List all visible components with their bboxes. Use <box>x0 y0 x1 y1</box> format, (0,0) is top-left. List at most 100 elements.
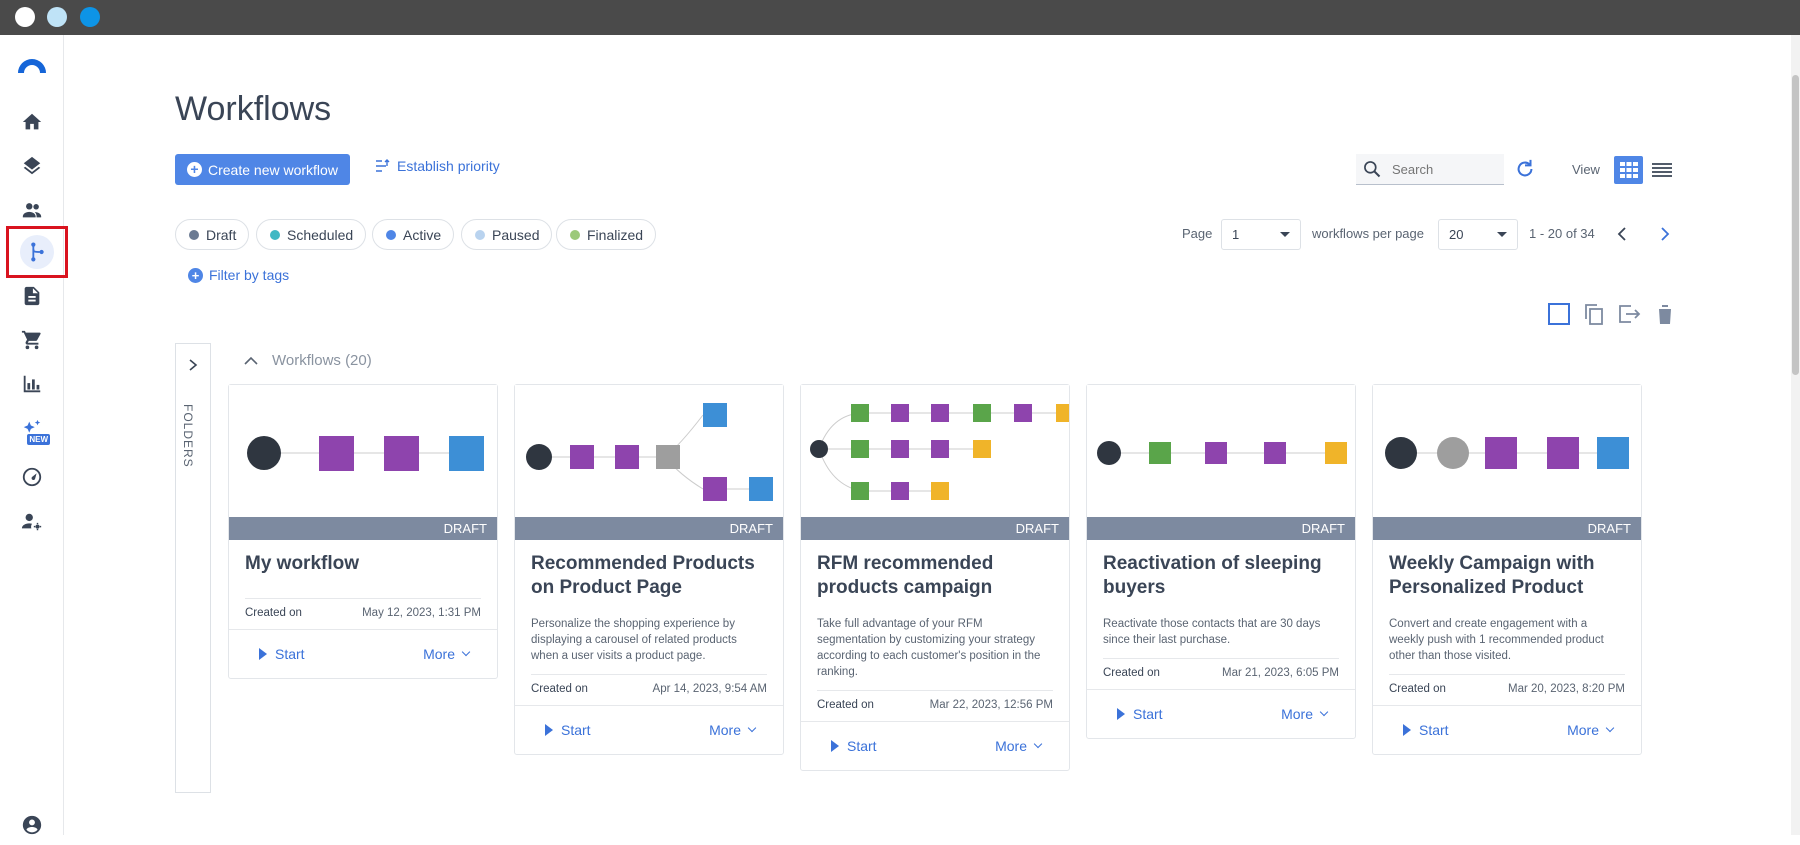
filter-chip-scheduled[interactable]: Scheduled <box>256 219 367 250</box>
contacts-icon <box>22 203 42 218</box>
search-icon <box>1364 161 1381 178</box>
created-date: Mar 20, 2023, 8:20 PM <box>1508 683 1625 695</box>
select-all-checkbox[interactable] <box>1547 302 1571 326</box>
workflows-section-header[interactable]: Workflows (20) <box>244 352 372 369</box>
scrollbar-thumb[interactable] <box>1792 75 1799 375</box>
sidebar-item-dashboard[interactable] <box>10 457 54 497</box>
window-minimize-button[interactable] <box>47 7 67 27</box>
delete-icon[interactable] <box>1653 302 1677 326</box>
grid-icon <box>1619 162 1638 178</box>
per-page-select[interactable]: 20 <box>1438 219 1518 250</box>
grid-view-toggle[interactable] <box>1614 156 1643 184</box>
status-badge: DRAFT <box>515 517 783 540</box>
created-label: Created on <box>1103 667 1160 679</box>
workflow-card[interactable]: DRAFT My workflow Created on May 12, 2023… <box>228 384 498 679</box>
workflow-card[interactable]: DRAFT Recommended Products on Product Pa… <box>514 384 784 755</box>
priority-list-icon <box>376 159 390 172</box>
list-view-toggle[interactable] <box>1650 158 1674 182</box>
active-indicator <box>20 235 54 269</box>
search-input[interactable] <box>1392 161 1492 177</box>
establish-priority-button[interactable]: Establish priority <box>375 158 500 174</box>
sidebar-item-contacts[interactable] <box>10 190 54 230</box>
status-dot <box>270 229 280 240</box>
sidebar-item-documents[interactable] <box>10 276 54 316</box>
sidebar-item-analytics[interactable] <box>10 364 54 404</box>
chevron-down-icon <box>1605 723 1615 733</box>
more-menu-button[interactable]: More <box>1567 722 1615 738</box>
duplicate-icon[interactable] <box>1582 302 1606 326</box>
start-button[interactable]: Start <box>1117 706 1163 722</box>
sidebar-item-cart[interactable] <box>10 320 54 360</box>
workflow-diagram <box>526 403 773 501</box>
chip-label: Finalized <box>587 226 644 243</box>
more-menu-button[interactable]: More <box>1281 706 1329 722</box>
start-label: Start <box>275 646 305 662</box>
analytics-icon <box>23 375 41 393</box>
folders-label: FOLDERS <box>181 404 195 468</box>
folders-panel[interactable]: FOLDERS <box>175 343 211 793</box>
move-to-folder-icon[interactable] <box>1617 302 1641 326</box>
more-menu-button[interactable]: More <box>423 646 471 662</box>
more-label: More <box>1567 722 1599 738</box>
next-page-icon[interactable] <box>1655 224 1675 244</box>
filter-chip-active[interactable]: Active <box>372 219 455 250</box>
refresh-icon[interactable] <box>1514 158 1536 180</box>
sidebar-item-ai[interactable]: NEW <box>10 409 54 449</box>
filter-chip-finalized[interactable]: Finalized <box>556 219 657 250</box>
filter-by-tags-label: Filter by tags <box>209 267 290 283</box>
sidebar-item-workflows[interactable] <box>6 226 68 278</box>
card-title[interactable]: Weekly Campaign with Personalized Produc… <box>1389 552 1625 600</box>
card-title[interactable]: Reactivation of sleeping buyers <box>1103 552 1339 600</box>
chevron-up-icon[interactable] <box>244 356 258 366</box>
chevron-right-icon[interactable] <box>186 358 200 372</box>
sidebar-item-layers[interactable] <box>10 146 54 186</box>
card-title[interactable]: Recommended Products on Product Page <box>531 552 767 600</box>
play-icon <box>1403 724 1411 736</box>
workflow-diagram <box>1385 437 1629 469</box>
filter-chip-draft[interactable]: Draft <box>175 219 250 250</box>
more-menu-button[interactable]: More <box>709 722 757 738</box>
start-label: Start <box>1419 722 1449 738</box>
window-close-button[interactable] <box>15 7 35 27</box>
search-field[interactable] <box>1356 154 1504 185</box>
card-description: Personalize the shopping experience by d… <box>531 618 737 662</box>
workflow-card[interactable]: DRAFT RFM recommended products campaign … <box>800 384 1070 771</box>
page-select[interactable]: 1 <box>1221 219 1301 250</box>
play-icon <box>831 740 839 752</box>
start-label: Start <box>561 722 591 738</box>
window-maximize-button[interactable] <box>80 7 100 27</box>
page-scrollbar[interactable] <box>1791 35 1800 835</box>
start-button[interactable]: Start <box>545 722 591 738</box>
card-title[interactable]: RFM recommended products campaign <box>817 552 1053 600</box>
play-icon <box>259 648 267 660</box>
created-date: Mar 22, 2023, 12:56 PM <box>929 699 1053 711</box>
status-badge: DRAFT <box>1373 517 1641 540</box>
chip-label: Scheduled <box>287 226 354 243</box>
filter-chip-paused[interactable]: Paused <box>461 219 553 250</box>
more-menu-button[interactable]: More <box>995 738 1043 754</box>
create-workflow-button[interactable]: + Create new workflow <box>175 154 350 185</box>
sidebar-item-account[interactable] <box>10 805 54 845</box>
start-button[interactable]: Start <box>1403 722 1449 738</box>
start-button[interactable]: Start <box>259 646 305 662</box>
start-button[interactable]: Start <box>831 738 877 754</box>
page-select-value: 1 <box>1232 227 1240 242</box>
brand-logo[interactable] <box>16 55 48 73</box>
workflow-card[interactable]: DRAFT Reactivation of sleeping buyers Re… <box>1086 384 1356 739</box>
per-page-label: workflows per page <box>1312 226 1424 241</box>
dashboard-gauge-icon <box>22 467 42 487</box>
sidebar-item-user-settings[interactable] <box>10 502 54 542</box>
created-label: Created on <box>1389 683 1446 695</box>
filter-by-tags-button[interactable]: + Filter by tags <box>188 267 289 283</box>
created-date: Apr 14, 2023, 9:54 AM <box>652 683 767 695</box>
per-page-select-value: 20 <box>1449 227 1464 242</box>
card-title[interactable]: My workflow <box>245 552 481 576</box>
start-label: Start <box>1133 706 1163 722</box>
new-badge: NEW <box>27 434 50 445</box>
previous-page-icon[interactable] <box>1612 224 1632 244</box>
account-icon <box>22 815 42 835</box>
card-description: Reactivate those contacts that are 30 da… <box>1103 618 1321 646</box>
workflow-card[interactable]: DRAFT Weekly Campaign with Personalized … <box>1372 384 1642 755</box>
sidebar-item-home[interactable] <box>10 102 54 142</box>
created-label: Created on <box>245 607 302 619</box>
